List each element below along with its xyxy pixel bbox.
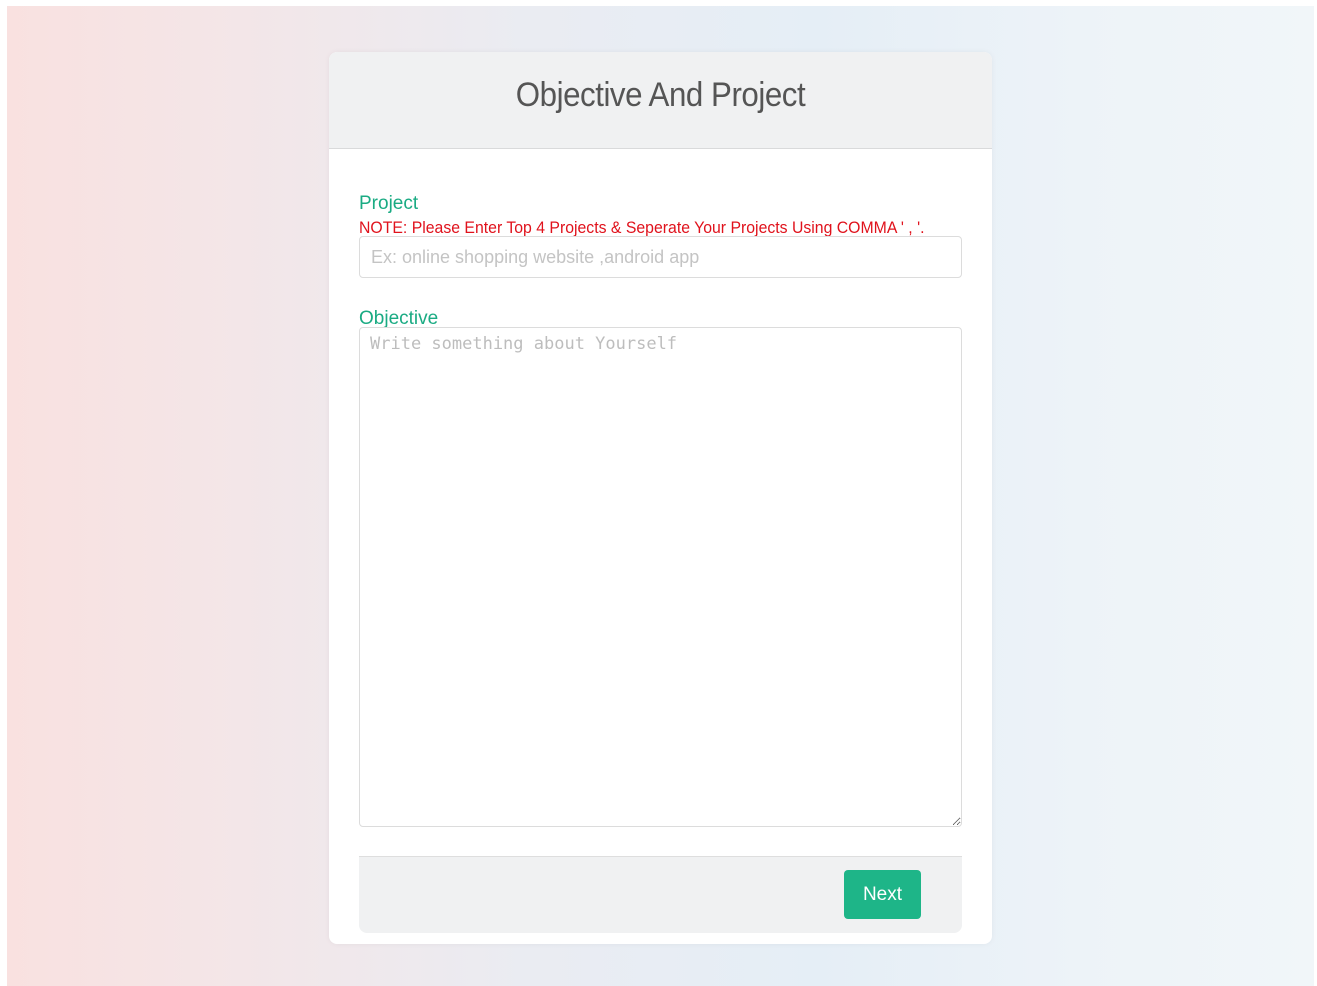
form-footer: Next	[359, 856, 962, 933]
project-note: NOTE: Please Enter Top 4 Projects & Sepe…	[359, 218, 925, 237]
objective-textarea[interactable]	[359, 327, 962, 827]
project-input[interactable]	[359, 236, 962, 278]
page-title: Objective And Project	[515, 76, 806, 114]
page-background: Objective And Project Project NOTE: Plea…	[7, 6, 1314, 986]
next-button[interactable]: Next	[844, 870, 921, 919]
form-card: Objective And Project Project NOTE: Plea…	[329, 52, 992, 944]
project-label: Project	[359, 193, 419, 214]
card-header: Objective And Project	[329, 52, 992, 149]
